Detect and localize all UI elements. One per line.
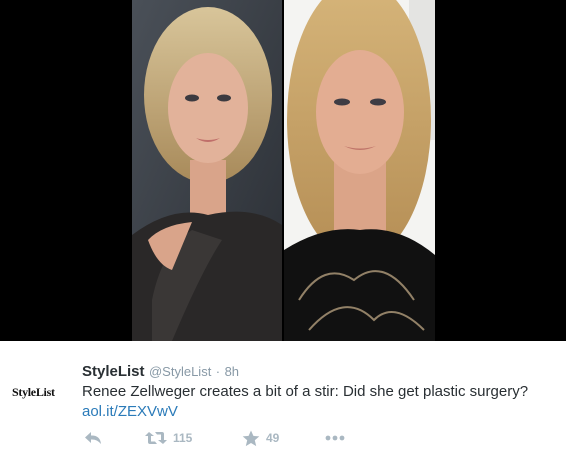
tweet-link[interactable]: aol.it/ZEXVwV <box>82 402 178 422</box>
favorite-button[interactable]: 49 <box>242 427 279 449</box>
timestamp[interactable]: 8h <box>225 364 239 379</box>
photo-right[interactable] <box>284 0 435 341</box>
handle[interactable]: @StyleList <box>149 364 211 379</box>
retweet-button[interactable]: 115 <box>145 427 192 449</box>
tweet-header: StyleList @StyleList · 8h <box>82 363 239 381</box>
reply-button[interactable] <box>84 427 102 449</box>
display-name[interactable]: StyleList <box>82 363 145 380</box>
more-button[interactable] <box>325 427 345 449</box>
photo-left[interactable] <box>132 0 282 341</box>
photo-left-image <box>132 0 282 341</box>
separator: · <box>215 364 221 379</box>
avatar[interactable]: StyleList <box>12 383 74 401</box>
retweet-count: 115 <box>173 431 193 445</box>
favorite-count: 49 <box>266 431 280 445</box>
reply-icon <box>85 432 101 444</box>
tweet-text: Renee Zellweger creates a bit of a stir:… <box>82 383 529 400</box>
star-icon <box>242 430 260 446</box>
more-icon <box>325 435 345 441</box>
photo-right-image <box>284 0 435 341</box>
retweet-icon <box>145 432 167 444</box>
avatar-logo-text: StyleList <box>12 385 55 399</box>
tweet-media[interactable] <box>0 0 566 341</box>
